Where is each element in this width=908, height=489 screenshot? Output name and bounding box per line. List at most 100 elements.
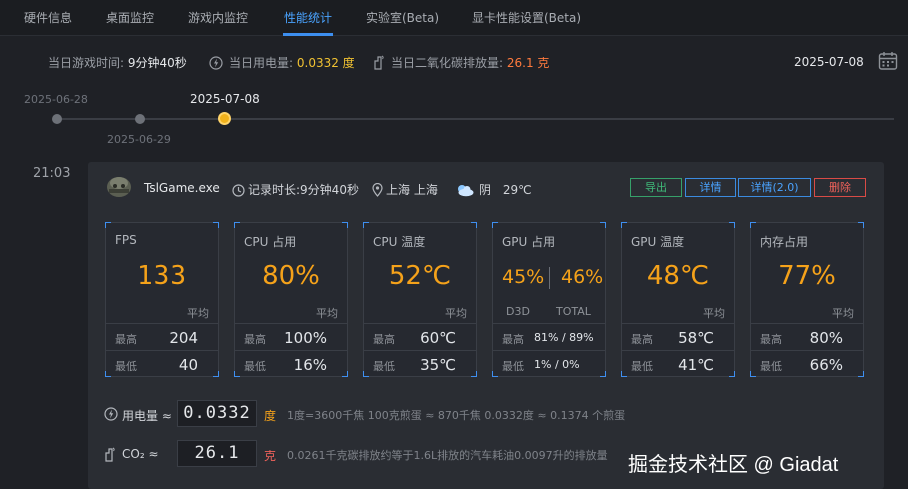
metric-average-value: 77% xyxy=(778,261,836,291)
detail-button[interactable]: 详情 xyxy=(685,178,736,197)
metric-name: 内存占用 xyxy=(760,235,809,249)
record-location-text: 上海 上海 xyxy=(386,183,438,197)
timeline-date-label[interactable]: 2025-06-29 xyxy=(107,133,171,146)
metric-average-label: 平均 xyxy=(445,307,467,320)
metric-card-memory: 内存占用 77% 平均 最高 80% 最低 66% xyxy=(750,222,864,377)
tab-lab-beta[interactable]: 实验室(Beta) xyxy=(366,9,439,26)
power-value-display: 0.0332 xyxy=(177,400,257,427)
metric-max-value: 58℃ xyxy=(678,329,714,347)
metric-min-value: 40 xyxy=(178,356,198,374)
metric-name: FPS xyxy=(115,233,137,247)
timeline-date-label-active[interactable]: 2025-07-08 xyxy=(190,92,260,106)
tab-hardware-info[interactable]: 硬件信息 xyxy=(24,9,72,26)
metric-max-row: 最高 80% xyxy=(751,323,863,350)
power-icon xyxy=(209,56,223,70)
calendar-icon[interactable] xyxy=(878,51,898,71)
tab-desktop-monitor[interactable]: 桌面监控 xyxy=(106,9,154,26)
metric-average-label: 平均 xyxy=(187,307,209,320)
metric-card-fps: FPS 133 平均 最高 204 最低 40 xyxy=(105,222,219,377)
gpu-total-label: TOTAL xyxy=(556,305,591,318)
helmet-icon xyxy=(107,177,131,197)
gpu-d3d-label: D3D xyxy=(506,305,530,318)
factory-chimney-icon xyxy=(374,55,384,70)
timeline-dot[interactable] xyxy=(52,114,62,124)
play-time-value: 9分钟40秒 xyxy=(127,56,187,70)
metric-min-value: 41℃ xyxy=(678,356,714,374)
power-estimate-row: 用电量 ≈ 0.0332 度 1度=3600千焦 100克煎蛋 ≈ 870千焦 … xyxy=(88,400,884,428)
timeline-date-label[interactable]: 2025-06-28 xyxy=(24,93,88,106)
metric-average-label: 平均 xyxy=(316,307,338,320)
metric-name: CPU 温度 xyxy=(373,235,426,249)
co2-label: CO₂ ≈ xyxy=(122,447,159,461)
delete-button[interactable]: 删除 xyxy=(814,178,866,197)
metric-max-value: 60℃ xyxy=(420,329,456,347)
metric-name: GPU 占用 xyxy=(502,235,556,249)
metric-average-value: 52℃ xyxy=(388,261,452,291)
metric-min-label: 最低 xyxy=(760,360,782,373)
cloud-weather-icon xyxy=(458,185,474,197)
metric-max-value: 100% xyxy=(284,329,327,347)
metric-min-row: 最低 40 xyxy=(106,350,218,377)
gpu-value-divider xyxy=(549,267,550,289)
power-label: 用电量 ≈ xyxy=(122,409,172,423)
record-duration: 记录时长:9分钟40秒 xyxy=(232,181,359,198)
top-tab-bar: 硬件信息 桌面监控 游戏内监控 性能统计 实验室(Beta) 显卡性能设置(Be… xyxy=(0,0,908,36)
metric-min-row: 最低 41℃ xyxy=(622,350,734,377)
metric-min-row: 最低 35℃ xyxy=(364,350,476,377)
metric-max-row: 最高 204 xyxy=(106,323,218,350)
metric-min-label: 最低 xyxy=(502,360,524,373)
record-time: 21:03 xyxy=(33,166,71,181)
metric-max-label: 最高 xyxy=(760,333,782,346)
clock-icon xyxy=(232,184,245,197)
metric-max-value: 81% / 89% xyxy=(534,331,594,344)
metric-min-row: 最低 1% / 0% xyxy=(493,350,605,377)
metric-min-value: 66% xyxy=(809,356,843,374)
metric-min-label: 最低 xyxy=(115,360,137,373)
metric-min-label: 最低 xyxy=(373,360,395,373)
metric-max-label: 最高 xyxy=(631,333,653,346)
metric-max-row: 最高 81% / 89% xyxy=(493,323,605,350)
metric-min-value: 16% xyxy=(293,356,327,374)
tab-performance-stats[interactable]: 性能统计 xyxy=(284,9,332,26)
detail-v2-button[interactable]: 详情(2.0) xyxy=(738,178,811,197)
gpu-d3d-average: 45% xyxy=(502,266,545,288)
power-unit: 度 xyxy=(264,409,277,423)
location-pin-icon xyxy=(372,183,383,197)
selected-date: 2025-07-08 xyxy=(794,55,864,69)
tab-ingame-monitor[interactable]: 游戏内监控 xyxy=(188,9,248,26)
play-time-label: 当日游戏时间: xyxy=(48,56,125,70)
co2-equivalence-note: 0.0261千克碳排放约等于1.6L排放的汽车耗油0.0097升的排放量 xyxy=(287,449,608,462)
co2-unit: 克 xyxy=(264,449,277,463)
metric-card-gpu-usage: GPU 占用 45% 46% D3D TOTAL 最高 81% / 89% 最低 1… xyxy=(492,222,606,377)
power-summary: 当日用电量: 0.0332 度 xyxy=(209,54,355,71)
metric-average-value: 133 xyxy=(137,261,187,291)
temperature-text: 29℃ xyxy=(502,183,532,197)
game-name: TslGame.exe xyxy=(144,181,220,195)
play-time-summary: 当日游戏时间: 9分钟40秒 xyxy=(48,54,187,71)
metric-min-row: 最低 66% xyxy=(751,350,863,377)
metric-max-row: 最高 58℃ xyxy=(622,323,734,350)
metric-card-cpu-temp: CPU 温度 52℃ 平均 最高 60℃ 最低 35℃ xyxy=(363,222,477,377)
timeline-dot-active[interactable] xyxy=(218,112,231,125)
export-button[interactable]: 导出 xyxy=(630,178,682,197)
metric-average-value: 80% xyxy=(262,261,320,291)
watermark: 掘金技术社区 @ Giadat xyxy=(628,454,839,476)
weather-text: 阴 xyxy=(479,183,492,197)
co2-summary: 当日二氧化碳排放量: 26.1 克 xyxy=(373,54,549,71)
metric-average-label: 平均 xyxy=(832,307,854,320)
metric-max-label: 最高 xyxy=(244,333,266,346)
metric-average-label: 平均 xyxy=(703,307,725,320)
metric-average-value: 48℃ xyxy=(646,261,710,291)
metric-min-row: 最低 16% xyxy=(235,350,347,377)
metric-card-gpu-temp: GPU 温度 48℃ 平均 最高 58℃ 最低 41℃ xyxy=(621,222,735,377)
power-summary-label: 当日用电量: xyxy=(229,56,294,70)
metric-max-row: 最高 60℃ xyxy=(364,323,476,350)
timeline-dot[interactable] xyxy=(135,114,145,124)
metric-max-row: 最高 100% xyxy=(235,323,347,350)
timeline-track xyxy=(56,118,894,120)
power-summary-value: 0.0332 度 xyxy=(296,56,355,70)
metric-min-label: 最低 xyxy=(631,360,653,373)
tab-gpu-settings-beta[interactable]: 显卡性能设置(Beta) xyxy=(472,9,581,26)
factory-chimney-icon xyxy=(105,447,115,462)
co2-summary-value: 26.1 克 xyxy=(506,56,550,70)
